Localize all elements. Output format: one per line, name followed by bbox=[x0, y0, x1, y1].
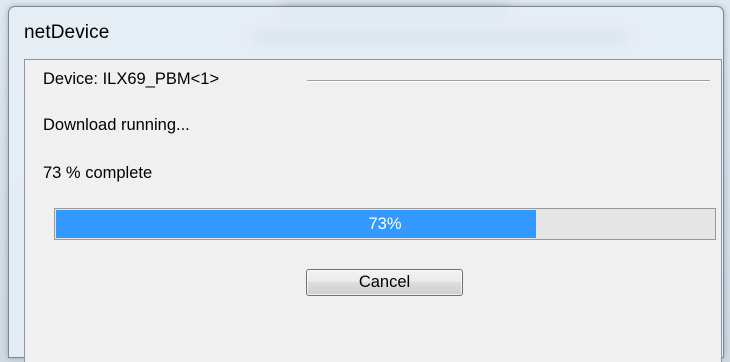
dialog-client-area: Device: ILX69_PBM<1> Download running...… bbox=[24, 59, 722, 362]
device-group-caption: Device: ILX69_PBM<1> bbox=[43, 70, 220, 88]
percent-complete-text: 73 % complete bbox=[43, 164, 153, 182]
group-box-border bbox=[307, 80, 710, 82]
window-title: netDevice bbox=[24, 22, 110, 43]
download-progress-bar: 73% bbox=[54, 208, 716, 240]
progress-bar-label: 73% bbox=[368, 215, 402, 233]
cancel-button[interactable]: Cancel bbox=[306, 269, 463, 296]
dialog-window: netDevice Device: ILX69_PBM<1> Download … bbox=[8, 6, 724, 362]
status-message: Download running... bbox=[43, 116, 190, 134]
